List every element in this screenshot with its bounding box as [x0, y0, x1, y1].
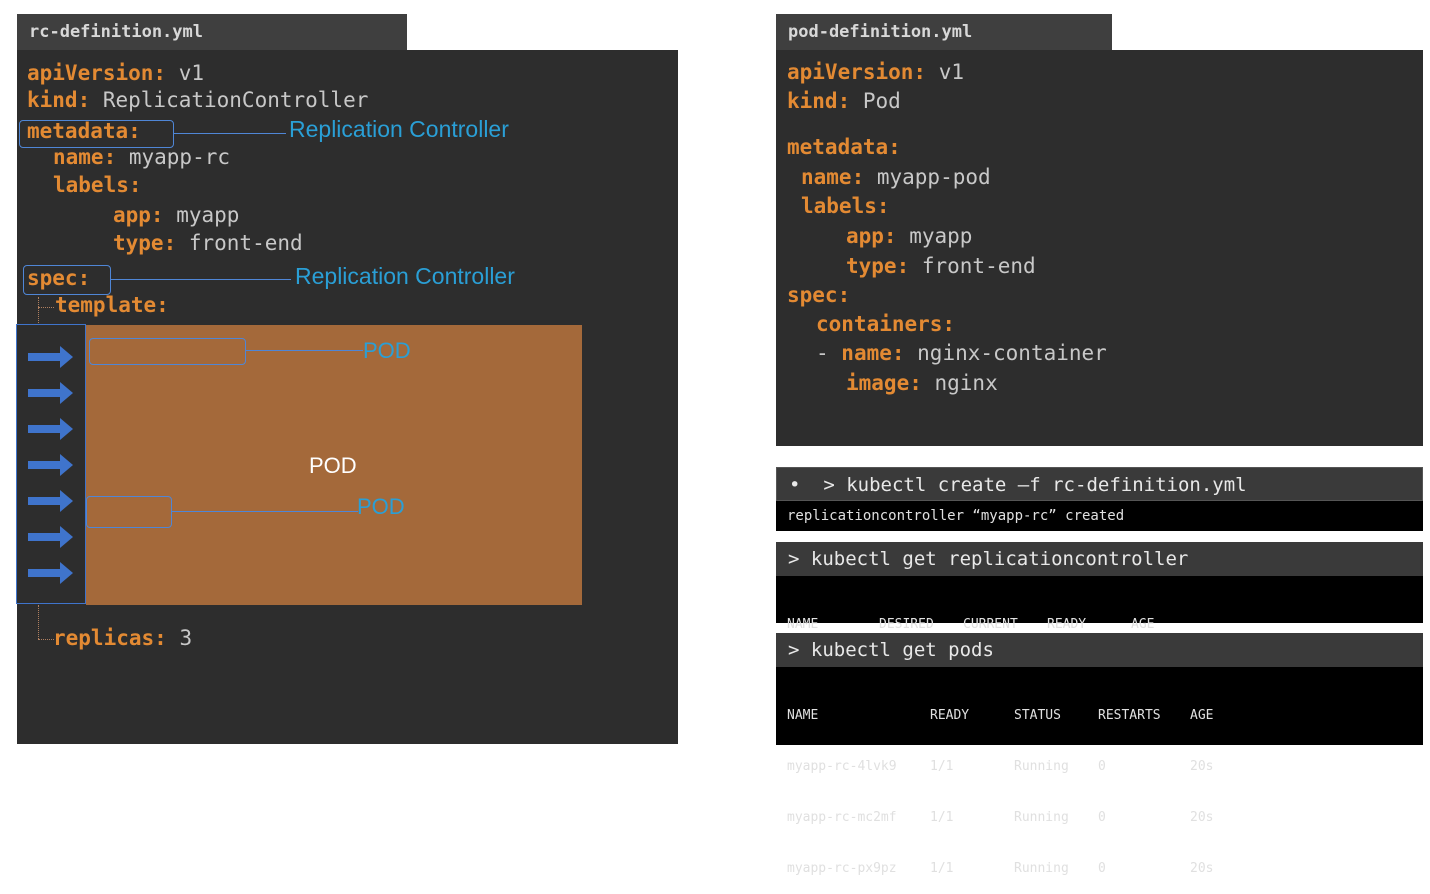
- create-output: replicationcontroller “myapp-rc” created: [776, 501, 1423, 531]
- template-bracket-tick-top: [38, 307, 54, 308]
- rc-table-header: NAME DESIRED CURRENT READY AGE: [787, 617, 1155, 632]
- pod-top-annotation: POD: [363, 338, 411, 363]
- spec-connector-line: [111, 279, 291, 280]
- get-rc-command-bar: > kubectl get replicationcontroller: [776, 542, 1423, 576]
- pod-top-highlight-box: [89, 338, 246, 365]
- pod-line-containers: containers:: [816, 312, 956, 336]
- pod-line-apiversion: apiVersion: v1: [787, 60, 965, 84]
- pods-table-header: NAME READY STATUS RESTARTS AGE: [787, 708, 1214, 723]
- spec-highlight-box: [23, 265, 111, 295]
- bullet: •: [789, 474, 801, 496]
- pod-line-spec: spec:: [787, 283, 851, 307]
- metadata-connector-line: [174, 133, 286, 134]
- arrow-right-icon: [28, 346, 73, 368]
- template-bracket-tick-bottom: [38, 639, 54, 640]
- pod-line-app: app: myapp: [846, 224, 973, 248]
- rc-line-apiversion: apiVersion: v1: [27, 61, 205, 85]
- pod-file-tab[interactable]: pod-definition.yml: [776, 14, 1112, 50]
- pod-mid-annotation: POD: [357, 494, 405, 519]
- pod-center-label: POD: [309, 453, 357, 478]
- create-command-bar: • > kubectl create –f rc-definition.yml: [776, 467, 1423, 501]
- metadata-annotation: Replication Controller: [289, 116, 509, 142]
- arrow-right-icon: [28, 562, 73, 584]
- template-bracket-top: [38, 297, 39, 325]
- pod-line-name: name: myapp-pod: [801, 165, 991, 189]
- arrow-right-icon: [28, 382, 73, 404]
- spec-annotation: Replication Controller: [295, 263, 515, 289]
- rc-file-tab[interactable]: rc-definition.yml: [17, 14, 407, 50]
- pod-mid-highlight-box: [86, 496, 172, 528]
- pod-line-labels: labels:: [801, 194, 890, 218]
- rc-line-kind: kind: ReplicationController: [27, 88, 369, 112]
- create-command-text: > kubectl create –f rc-definition.yml: [823, 474, 1247, 496]
- arrow-stack: [28, 346, 73, 584]
- metadata-highlight-box: [19, 120, 174, 148]
- pod-line-container-name: - name: nginx-container: [816, 341, 1107, 365]
- pod-top-connector-line: [246, 350, 363, 351]
- arrow-right-icon: [28, 454, 73, 476]
- pod-line-kind: kind: Pod: [787, 89, 901, 113]
- rc-line-replicas: replicas: 3: [53, 626, 193, 650]
- pod-mid-connector-line: [172, 511, 358, 512]
- table-row: myapp-rc-4lvk9 1/1 Running 0 20s: [787, 759, 1214, 774]
- get-pods-command-bar: > kubectl get pods: [776, 633, 1423, 667]
- table-row: myapp-rc-px9pz 1/1 Running 0 20s: [787, 861, 1214, 876]
- arrow-right-icon: [28, 418, 73, 440]
- rc-line-template: template:: [55, 293, 169, 317]
- rc-line-app: app: myapp: [113, 203, 240, 227]
- get-rc-output: NAMEDESIREDCURRENTREADYAGE myapp-rc33319…: [776, 576, 1423, 683]
- arrow-right-icon: [28, 526, 73, 548]
- pod-line-image: image: nginx: [846, 371, 998, 395]
- table-row: myapp-rc-mc2mf 1/1 Running 0 20s: [787, 810, 1214, 825]
- pod-line-type: type: front-end: [846, 254, 1036, 278]
- pod-line-metadata: metadata:: [787, 135, 901, 159]
- template-bracket-bottom: [38, 605, 39, 639]
- get-pods-output: NAME READY STATUS RESTARTS AGE myapp-rc-4lvk…: [776, 667, 1423, 876]
- rc-line-labels: labels:: [53, 173, 142, 197]
- rc-line-type: type: front-end: [113, 231, 303, 255]
- arrow-right-icon: [28, 490, 73, 512]
